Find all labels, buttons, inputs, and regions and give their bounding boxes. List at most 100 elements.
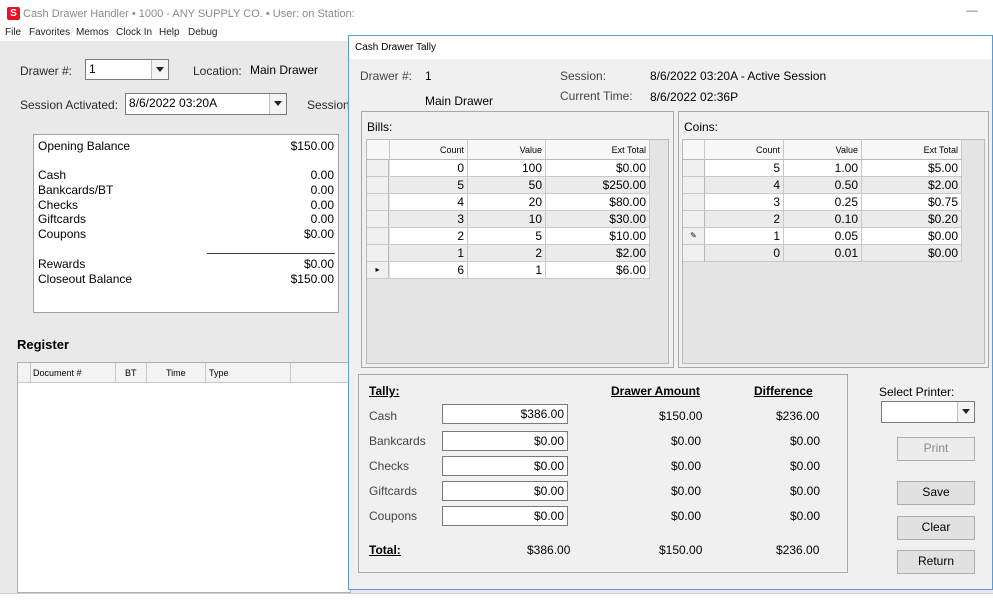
bills-title: Bills:	[367, 120, 393, 134]
edit-pencil-icon[interactable]: ✎	[683, 228, 705, 245]
menu-debug[interactable]: Debug	[188, 27, 217, 38]
bankcards-drawer-amount: $0.00	[671, 434, 702, 448]
save-button[interactable]: Save	[897, 481, 975, 505]
giftcards-difference: $0.00	[790, 484, 821, 498]
summary-label: Cash	[38, 168, 67, 182]
current-row-arrow-icon[interactable]: ▸	[367, 262, 389, 279]
ext-total-cell: $2.00	[546, 245, 650, 262]
menu-help[interactable]: Help	[159, 27, 180, 38]
row-header[interactable]	[683, 194, 705, 211]
giftcards-tally-input[interactable]: $0.00	[442, 481, 568, 501]
summary-value: 0.00	[310, 198, 334, 212]
row-header[interactable]	[683, 211, 705, 228]
summary-value: 0.00	[310, 212, 334, 226]
column-header[interactable]: Count	[390, 140, 468, 160]
count-cell[interactable]: 2	[705, 211, 784, 228]
column-header[interactable]: Value	[468, 140, 546, 160]
value-cell: 2	[468, 245, 546, 262]
checks-tally-input[interactable]: $0.00	[442, 456, 568, 476]
tally-title: Tally:	[369, 384, 400, 398]
print-button[interactable]: Print	[897, 437, 975, 461]
summary-label: Checks	[38, 198, 79, 212]
printer-select[interactable]	[881, 401, 975, 423]
summary-label: Opening Balance	[38, 139, 131, 153]
window-title: Cash Drawer Handler • 1000 - ANY SUPPLY …	[23, 8, 355, 20]
current-time-label: Current Time:	[560, 89, 633, 103]
row-header[interactable]	[367, 245, 389, 262]
session-activated-value: 8/6/2022 03:20A	[129, 96, 218, 110]
count-cell[interactable]: 6	[390, 262, 468, 279]
cash-tally-input[interactable]: $386.00	[442, 404, 568, 424]
session-activated-label: Session Activated:	[20, 98, 119, 112]
value-cell: 0.05	[784, 228, 862, 245]
count-cell[interactable]: 0	[390, 160, 468, 177]
count-cell[interactable]: 5	[705, 160, 784, 177]
total-difference: $236.00	[776, 543, 820, 557]
bankcards-difference: $0.00	[790, 434, 821, 448]
column-header[interactable]: Value	[784, 140, 862, 160]
return-button[interactable]: Return	[897, 550, 975, 574]
drawer-amount-header: Drawer Amount	[611, 384, 700, 398]
ext-total-cell: $5.00	[862, 160, 962, 177]
menu-memos[interactable]: Memos	[76, 27, 109, 38]
session-activated-select[interactable]: 8/6/2022 03:20A	[125, 93, 287, 115]
summary-value: $150.00	[290, 139, 334, 153]
column-header[interactable]: BT	[125, 368, 137, 378]
drawer-label: Drawer #:	[20, 64, 73, 78]
tally-label-coupons: Coupons	[369, 509, 418, 523]
menu-file[interactable]: File	[5, 27, 21, 38]
summary-value: $150.00	[290, 272, 334, 286]
value-cell: 0.50	[784, 177, 862, 194]
dialog-body: Drawer #: 1 Main Drawer Session: 8/6/202…	[349, 59, 992, 589]
count-cell[interactable]: 3	[390, 211, 468, 228]
row-header[interactable]	[683, 160, 705, 177]
register-header-row: Document # BT Time Type	[18, 363, 350, 383]
checks-drawer-amount: $0.00	[671, 459, 702, 473]
row-header[interactable]	[683, 245, 705, 262]
count-cell[interactable]: 5	[390, 177, 468, 194]
column-header[interactable]: Type	[209, 368, 229, 378]
coins-grid[interactable]: Count Value Ext Total 5 1.00 $5.00 4 0.5…	[682, 139, 985, 364]
register-grid[interactable]: Document # BT Time Type	[17, 362, 351, 593]
count-cell[interactable]: 4	[705, 177, 784, 194]
column-header[interactable]: Ext Total	[862, 140, 962, 160]
chevron-down-icon[interactable]	[957, 402, 974, 422]
bills-grid[interactable]: Count Value Ext Total 0 100 $0.00 5 50 $…	[366, 139, 669, 364]
chevron-down-icon[interactable]	[269, 94, 286, 114]
chevron-down-icon[interactable]	[151, 60, 168, 79]
clear-button[interactable]: Clear	[897, 516, 975, 540]
menu-favorites[interactable]: Favorites	[29, 27, 70, 38]
value-cell: 0.25	[784, 194, 862, 211]
register-title: Register	[17, 337, 70, 352]
count-cell[interactable]: 1	[390, 245, 468, 262]
column-header[interactable]: Ext Total	[546, 140, 650, 160]
coupons-tally-input[interactable]: $0.00	[442, 506, 568, 526]
drawer-select[interactable]: 1	[85, 59, 169, 80]
row-header[interactable]	[367, 211, 389, 228]
bankcards-tally-input[interactable]: $0.00	[442, 431, 568, 451]
row-header[interactable]	[367, 194, 389, 211]
giftcards-drawer-amount: $0.00	[671, 484, 702, 498]
value-cell: 5	[468, 228, 546, 245]
column-header[interactable]: Document #	[33, 368, 82, 378]
column-header[interactable]: Time	[166, 368, 186, 378]
count-cell[interactable]: 4	[390, 194, 468, 211]
count-cell[interactable]: 3	[705, 194, 784, 211]
summary-label: Closeout Balance	[38, 272, 133, 286]
column-header[interactable]: Count	[705, 140, 784, 160]
value-cell: 100	[468, 160, 546, 177]
row-header[interactable]	[367, 228, 389, 245]
row-header[interactable]	[367, 177, 389, 194]
dialog-drawer-value: 1	[425, 69, 432, 83]
row-header[interactable]	[367, 160, 389, 177]
location-label: Location:	[193, 64, 242, 78]
ext-total-cell: $2.00	[862, 177, 962, 194]
status-strip	[0, 593, 993, 612]
row-header[interactable]	[683, 177, 705, 194]
count-cell[interactable]: 2	[390, 228, 468, 245]
menu-clock-in[interactable]: Clock In	[116, 27, 152, 38]
minimize-button[interactable]: —	[962, 2, 982, 22]
count-cell[interactable]: 1	[705, 228, 784, 245]
count-cell[interactable]: 0	[705, 245, 784, 262]
tally-label-bankcards: Bankcards	[369, 434, 426, 448]
